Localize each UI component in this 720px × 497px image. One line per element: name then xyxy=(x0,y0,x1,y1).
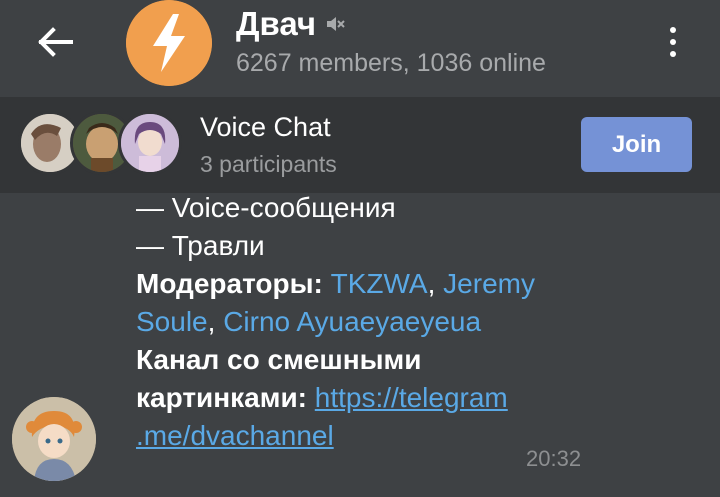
message-line: Канал со смешными xyxy=(136,341,586,379)
join-voice-chat-button[interactable]: Join xyxy=(581,117,692,172)
message-timestamp: 20:32 xyxy=(526,446,582,471)
voice-chat-title: Voice Chat xyxy=(200,112,331,142)
back-button[interactable] xyxy=(26,22,84,62)
channel-label: Канал со смешными xyxy=(136,344,422,375)
message-line: — Травли xyxy=(136,230,265,261)
mention-link[interactable]: Cirno Ayuaeyaeyeua xyxy=(223,306,481,337)
more-dots-icon xyxy=(670,27,676,33)
chat-header: Двач 6267 members, 1036 online xyxy=(0,0,720,97)
moderators-line: Модераторы: TKZWA, Jeremy xyxy=(136,268,535,299)
mention-link[interactable]: Jeremy xyxy=(443,268,535,299)
mention-link[interactable]: Soule xyxy=(136,306,208,337)
chat-title: Двач xyxy=(236,5,317,42)
more-menu-button[interactable] xyxy=(656,20,690,64)
participant-avatar xyxy=(118,111,182,175)
channel-label: картинками: xyxy=(136,382,307,413)
message-line: картинками: https://telegram xyxy=(136,379,586,417)
message-list: — Voice-сообщения — Травли Модераторы: T… xyxy=(0,193,720,497)
chat-avatar[interactable] xyxy=(126,0,212,86)
sender-avatar[interactable] xyxy=(12,397,96,481)
message-line: — Voice-сообщения xyxy=(136,193,396,223)
muted-speaker-icon xyxy=(327,17,345,31)
moderators-label: Модераторы: xyxy=(136,268,323,299)
voice-chat-participants: 3 participants xyxy=(200,151,337,177)
url-link[interactable]: .me/dvachannel xyxy=(136,420,334,451)
chat-member-count: 6267 members, 1036 online xyxy=(236,49,546,77)
message-bubble: — Voice-сообщения — Травли Модераторы: T… xyxy=(136,193,586,455)
lightning-logo-icon xyxy=(126,0,212,86)
arrow-left-icon xyxy=(38,27,73,57)
mention-link[interactable]: TKZWA xyxy=(331,268,428,299)
message-line: .me/dvachannel xyxy=(136,417,586,455)
url-link[interactable]: https://telegram xyxy=(315,382,508,413)
moderators-line: Soule, Cirno Ayuaeyaeyeua xyxy=(136,306,482,337)
voice-chat-bar[interactable]: Voice Chat 3 participants Join xyxy=(0,97,720,193)
